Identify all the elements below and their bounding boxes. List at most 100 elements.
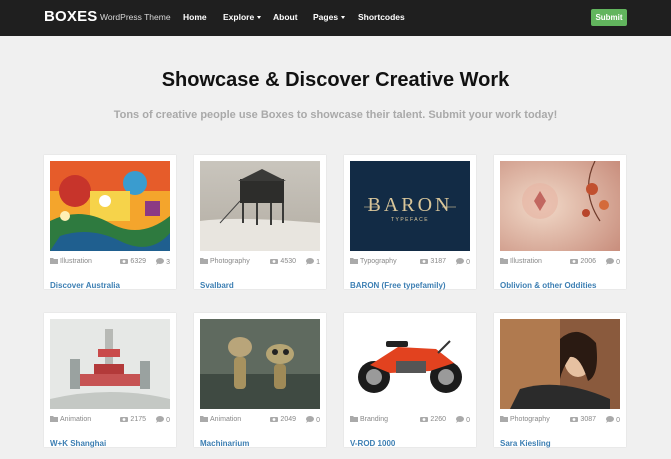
nav-pages-label: Pages xyxy=(313,12,339,22)
card-title[interactable]: BARON (Free typefamily) xyxy=(350,281,446,290)
card-meta: Branding 2260 0 xyxy=(350,416,470,426)
card-comments-count: 0 xyxy=(616,417,620,424)
card-title[interactable]: Oblivion & other Oddities xyxy=(500,281,596,290)
card-comments-count: 0 xyxy=(316,417,320,424)
card-comments-count: 0 xyxy=(616,259,620,266)
card-views: 3087 xyxy=(570,416,596,423)
card-title[interactable]: Svalbard xyxy=(200,281,234,290)
portfolio-card[interactable]: Illustration 2006 0 Oblivion & other Odd… xyxy=(494,155,626,290)
page-title: Showcase & Discover Creative Work xyxy=(161,69,510,91)
baron-subword: TYPEFACE xyxy=(391,217,429,223)
thumbnail-photo[interactable] xyxy=(500,319,620,409)
portfolio-card[interactable]: Photography 4530 1 Svalbard xyxy=(194,155,326,290)
card-title[interactable]: Discover Australia xyxy=(50,281,120,290)
card-category[interactable]: Illustration xyxy=(500,258,542,265)
card-views: 2175 xyxy=(120,416,146,423)
svalbard-photo xyxy=(200,161,320,251)
nav-shortcodes[interactable]: Shortcodes xyxy=(358,12,405,22)
card-category[interactable]: Animation xyxy=(50,416,91,423)
comment-icon xyxy=(606,258,615,265)
thumbnail-illustration[interactable] xyxy=(500,161,620,251)
thumbnail-branding[interactable] xyxy=(350,319,470,409)
submit-button[interactable]: Submit xyxy=(591,9,627,26)
folder-icon xyxy=(200,258,208,264)
card-views-count: 2006 xyxy=(580,258,596,265)
card-comments-count: 0 xyxy=(166,417,170,424)
card-category-label: Animation xyxy=(60,416,92,423)
thumbnail-photo[interactable] xyxy=(200,161,320,251)
comment-icon xyxy=(456,416,465,423)
page-subtitle: Tons of creative people use Boxes to sho… xyxy=(113,109,558,121)
portfolio-card[interactable]: Branding 2260 0 V-ROD 1000 xyxy=(344,313,476,448)
folder-icon xyxy=(50,416,58,422)
card-comments-count: 0 xyxy=(466,259,470,266)
camera-icon xyxy=(420,259,429,264)
card-comments: 0 xyxy=(156,416,170,424)
chevron-down-icon xyxy=(257,16,262,20)
card-title[interactable]: W+K Shanghai xyxy=(50,439,106,448)
comment-icon xyxy=(156,416,165,423)
card-meta: Illustration 6329 3 xyxy=(50,258,170,268)
card-title[interactable]: V-ROD 1000 xyxy=(350,439,395,448)
card-category-label: Illustration xyxy=(510,258,542,265)
thumbnail-illustration[interactable] xyxy=(50,161,170,251)
camera-icon xyxy=(570,417,579,422)
card-comments: 0 xyxy=(306,416,320,424)
card-views: 2006 xyxy=(570,258,596,265)
nav-explore[interactable]: Explore xyxy=(223,12,262,22)
card-views: 6329 xyxy=(120,258,146,265)
card-category-label: Photography xyxy=(510,416,550,423)
nav-pages[interactable]: Pages xyxy=(313,12,346,22)
card-views-count: 2260 xyxy=(430,416,446,423)
card-category-label: Animation xyxy=(210,416,242,423)
card-meta: Illustration 2006 0 xyxy=(500,258,620,268)
card-category[interactable]: Illustration xyxy=(50,258,92,265)
card-title[interactable]: Machinarium xyxy=(200,439,249,448)
baron-word: BARON xyxy=(367,194,452,216)
card-title[interactable]: Sara Kiesling xyxy=(500,439,551,448)
thumbnail-animation[interactable] xyxy=(50,319,170,409)
camera-icon xyxy=(270,417,279,422)
comment-icon xyxy=(306,258,315,265)
comment-icon xyxy=(456,258,465,265)
nav-about[interactable]: About xyxy=(273,12,298,22)
card-category[interactable]: Photography xyxy=(200,258,250,265)
portfolio-card[interactable]: Animation 2049 0 Machinarium xyxy=(194,313,326,448)
baron-typeface-image: BARON TYPEFACE xyxy=(350,161,470,251)
site-logo[interactable]: BOXES xyxy=(44,8,98,25)
card-category[interactable]: Photography xyxy=(500,416,550,423)
thumbnail-typography[interactable]: BARON TYPEFACE xyxy=(350,161,470,251)
thumbnail-animation[interactable] xyxy=(200,319,320,409)
card-views-count: 2049 xyxy=(280,416,296,423)
camera-icon xyxy=(420,417,429,422)
card-meta: Photography 4530 1 xyxy=(200,258,320,268)
card-meta: Animation 2175 0 xyxy=(50,416,170,426)
motorcycle-image xyxy=(350,319,470,409)
card-category-label: Typography xyxy=(360,258,397,265)
folder-icon xyxy=(350,258,358,264)
portfolio-card[interactable]: Photography 3087 0 Sara Kiesling xyxy=(494,313,626,448)
comment-icon xyxy=(606,416,615,423)
card-views-count: 6329 xyxy=(130,258,146,265)
nav-explore-label: Explore xyxy=(223,12,255,22)
card-views-count: 3187 xyxy=(430,258,446,265)
nav-home[interactable]: Home xyxy=(183,12,207,22)
chevron-down-icon xyxy=(341,16,346,20)
card-category[interactable]: Typography xyxy=(350,258,397,265)
comment-icon xyxy=(156,258,165,265)
card-comments: 0 xyxy=(456,416,470,424)
card-views-count: 3087 xyxy=(580,416,596,423)
card-category[interactable]: Animation xyxy=(200,416,241,423)
portfolio-card[interactable]: BARON TYPEFACE Typography 3187 0 BARON (… xyxy=(344,155,476,290)
card-views: 3187 xyxy=(420,258,446,265)
machinarium-illustration xyxy=(200,319,320,409)
card-category[interactable]: Branding xyxy=(350,416,388,423)
portfolio-card[interactable]: Animation 2175 0 W+K Shanghai xyxy=(44,313,176,448)
card-views: 4530 xyxy=(270,258,296,265)
card-comments: 3 xyxy=(156,258,170,266)
card-comments-count: 3 xyxy=(166,259,170,266)
card-comments: 0 xyxy=(456,258,470,266)
card-meta: Photography 3087 0 xyxy=(500,416,620,426)
portfolio-card[interactable]: Illustration 6329 3 Discover Australia xyxy=(44,155,176,290)
camera-icon xyxy=(570,259,579,264)
